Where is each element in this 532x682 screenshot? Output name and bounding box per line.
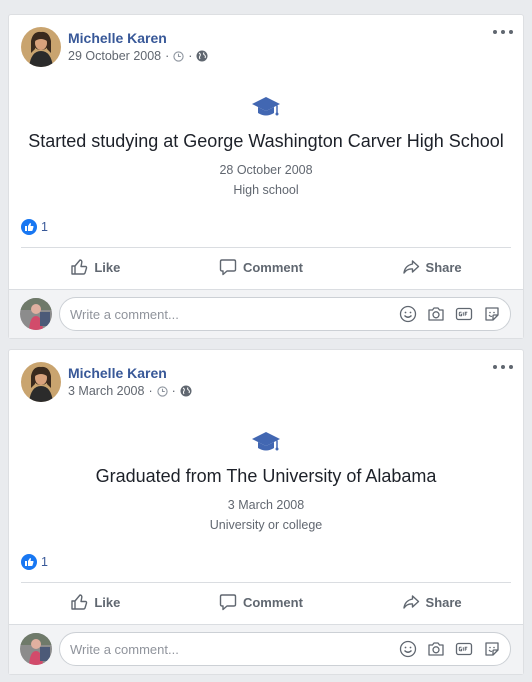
author-avatar[interactable] — [21, 27, 61, 67]
post-meta: 3 March 2008 · · — [68, 384, 192, 398]
author-name[interactable]: Michelle Karen — [68, 30, 167, 46]
share-label: Share — [425, 594, 462, 610]
share-button[interactable]: Share — [402, 258, 462, 276]
comment-input[interactable]: Write a comment... — [59, 297, 511, 331]
life-event-type: High school — [233, 183, 299, 197]
author-avatar[interactable] — [21, 362, 61, 402]
divider — [21, 582, 511, 583]
gif-icon[interactable] — [455, 305, 473, 323]
gif-icon[interactable] — [455, 640, 473, 658]
reaction-summary[interactable]: 1 — [21, 554, 48, 570]
viewer-avatar[interactable] — [20, 298, 52, 330]
more-options-icon[interactable] — [493, 25, 513, 39]
clock-icon — [156, 385, 168, 397]
thumbs-up-icon — [71, 594, 88, 610]
comment-label: Comment — [242, 259, 303, 275]
life-event-title: Graduated from The University of Alabama — [95, 466, 437, 486]
life-event-title: Started studying at George Washington Ca… — [28, 131, 504, 151]
share-button[interactable]: Share — [402, 593, 462, 611]
reaction-count[interactable]: 1 — [41, 220, 48, 234]
camera-icon[interactable] — [427, 305, 445, 323]
life-event-post: Michelle Karen 29 October 2008 · · Start… — [8, 14, 524, 339]
post-date[interactable]: 29 October 2008 — [68, 49, 161, 63]
comment-tools — [399, 305, 510, 323]
comment-icon — [219, 259, 237, 276]
share-icon — [402, 260, 419, 274]
reaction-summary[interactable]: 1 — [21, 219, 48, 235]
like-reaction-icon — [21, 554, 37, 570]
meta-separator: · — [148, 384, 153, 398]
thumbs-up-icon — [71, 259, 88, 275]
comment-placeholder: Write a comment... — [70, 641, 179, 657]
meta-separator: · — [188, 49, 193, 63]
comment-input[interactable]: Write a comment... — [59, 632, 511, 666]
post-date[interactable]: 3 March 2008 — [68, 384, 144, 398]
comment-composer: Write a comment... — [9, 624, 523, 674]
life-event-date: 3 March 2008 — [227, 498, 305, 512]
life-event-type: University or college — [209, 518, 323, 532]
comment-button[interactable]: Comment — [219, 258, 303, 276]
post-actions: Like Comment Share — [21, 251, 511, 283]
post-actions: Like Comment Share — [21, 586, 511, 618]
like-reaction-icon — [21, 219, 37, 235]
share-label: Share — [425, 259, 462, 275]
globe-icon[interactable] — [196, 50, 208, 62]
life-event-post: Michelle Karen 3 March 2008 · · Graduate… — [8, 349, 524, 675]
camera-icon[interactable] — [427, 640, 445, 658]
viewer-avatar[interactable] — [20, 633, 52, 665]
comment-label: Comment — [242, 594, 303, 610]
post-meta: 29 October 2008 · · — [68, 49, 208, 63]
comment-composer: Write a comment... — [9, 289, 523, 338]
life-event-date: 28 October 2008 — [219, 163, 313, 177]
like-label: Like — [94, 594, 121, 610]
more-options-icon[interactable] — [493, 360, 513, 374]
meta-separator: · — [165, 49, 170, 63]
graduation-cap-icon — [251, 95, 281, 124]
share-icon — [402, 595, 419, 609]
globe-icon[interactable] — [180, 385, 192, 397]
clock-icon — [173, 50, 184, 62]
like-label: Like — [94, 259, 121, 275]
sticker-icon[interactable] — [483, 640, 501, 658]
emoji-icon[interactable] — [399, 640, 417, 658]
reaction-count[interactable]: 1 — [41, 555, 48, 569]
news-feed: Michelle Karen 29 October 2008 · · Start… — [0, 0, 532, 682]
like-button[interactable]: Like — [70, 593, 120, 611]
author-name[interactable]: Michelle Karen — [68, 365, 167, 381]
emoji-icon[interactable] — [399, 305, 417, 323]
comment-placeholder: Write a comment... — [70, 306, 179, 322]
comment-icon — [219, 594, 237, 611]
comment-button[interactable]: Comment — [219, 593, 303, 611]
comment-tools — [399, 640, 510, 658]
meta-separator: · — [171, 384, 176, 398]
like-button[interactable]: Like — [70, 258, 120, 276]
graduation-cap-icon — [251, 430, 281, 459]
sticker-icon[interactable] — [483, 305, 501, 323]
divider — [21, 247, 511, 248]
